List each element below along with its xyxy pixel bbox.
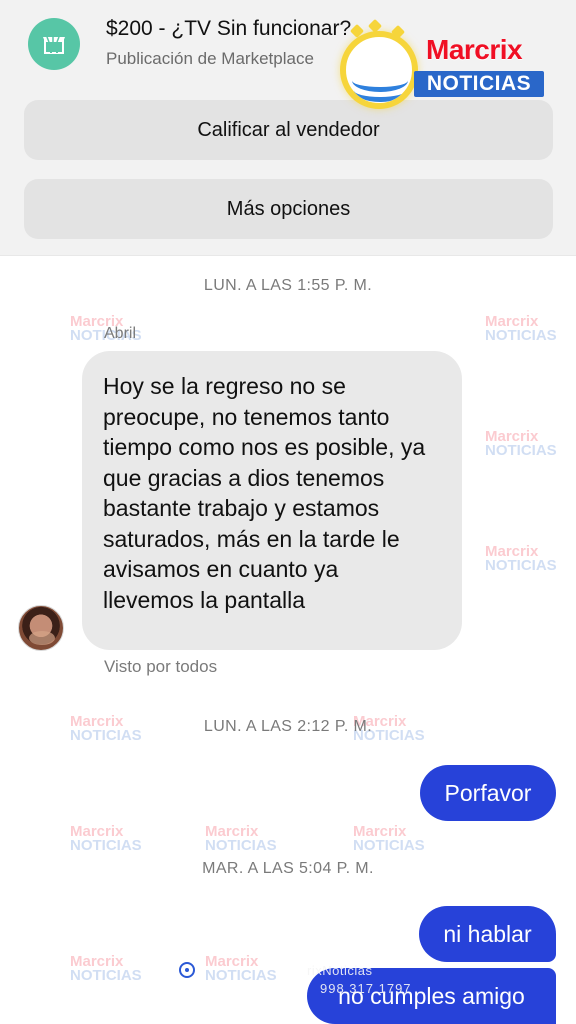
message-status-icon: [179, 962, 195, 978]
outgoing-message-text: Porfavor: [444, 779, 532, 806]
outgoing-message-text: no cumples amigo: [338, 982, 525, 1009]
message-timestamp: MAR. A LAS 5:04 P. M.: [202, 860, 374, 877]
conversation-thread[interactable]: LUN. A LAS 1:55 P. M. Abril Hoy se la re…: [0, 255, 576, 1024]
outgoing-message-bubble[interactable]: Porfavor: [420, 765, 556, 821]
more-options-button[interactable]: Más opciones: [24, 179, 553, 239]
listing-subtitle: Publicación de Marketplace: [106, 49, 314, 68]
marketplace-action-sheet: $200 - ¿TV Sin funcionar? Publicación de…: [0, 0, 576, 256]
sender-name: Abril: [104, 325, 137, 342]
listing-title: $200 - ¿TV Sin funcionar?: [106, 17, 352, 40]
outgoing-message-bubble[interactable]: no cumples amigo: [307, 968, 556, 1024]
incoming-message-text: Hoy se la regreso no se preocupe, no ten…: [103, 373, 426, 613]
message-timestamp: LUN. A LAS 1:55 P. M.: [203, 277, 373, 294]
messenger-marketplace-chat-screen: $200 - ¿TV Sin funcionar? Publicación de…: [0, 0, 576, 1024]
storefront-icon: [28, 18, 80, 70]
incoming-message-bubble[interactable]: Hoy se la regreso no se preocupe, no ten…: [82, 351, 462, 650]
rate-seller-button[interactable]: Calificar al vendedor: [24, 100, 553, 160]
outgoing-message-text: ni hablar: [443, 920, 532, 947]
outgoing-message-bubble[interactable]: ni hablar: [419, 906, 556, 962]
message-timestamp: LUN. A LAS 2:12 P. M.: [203, 718, 373, 735]
seen-status: Visto por todos: [104, 657, 218, 676]
avatar[interactable]: [18, 605, 64, 651]
